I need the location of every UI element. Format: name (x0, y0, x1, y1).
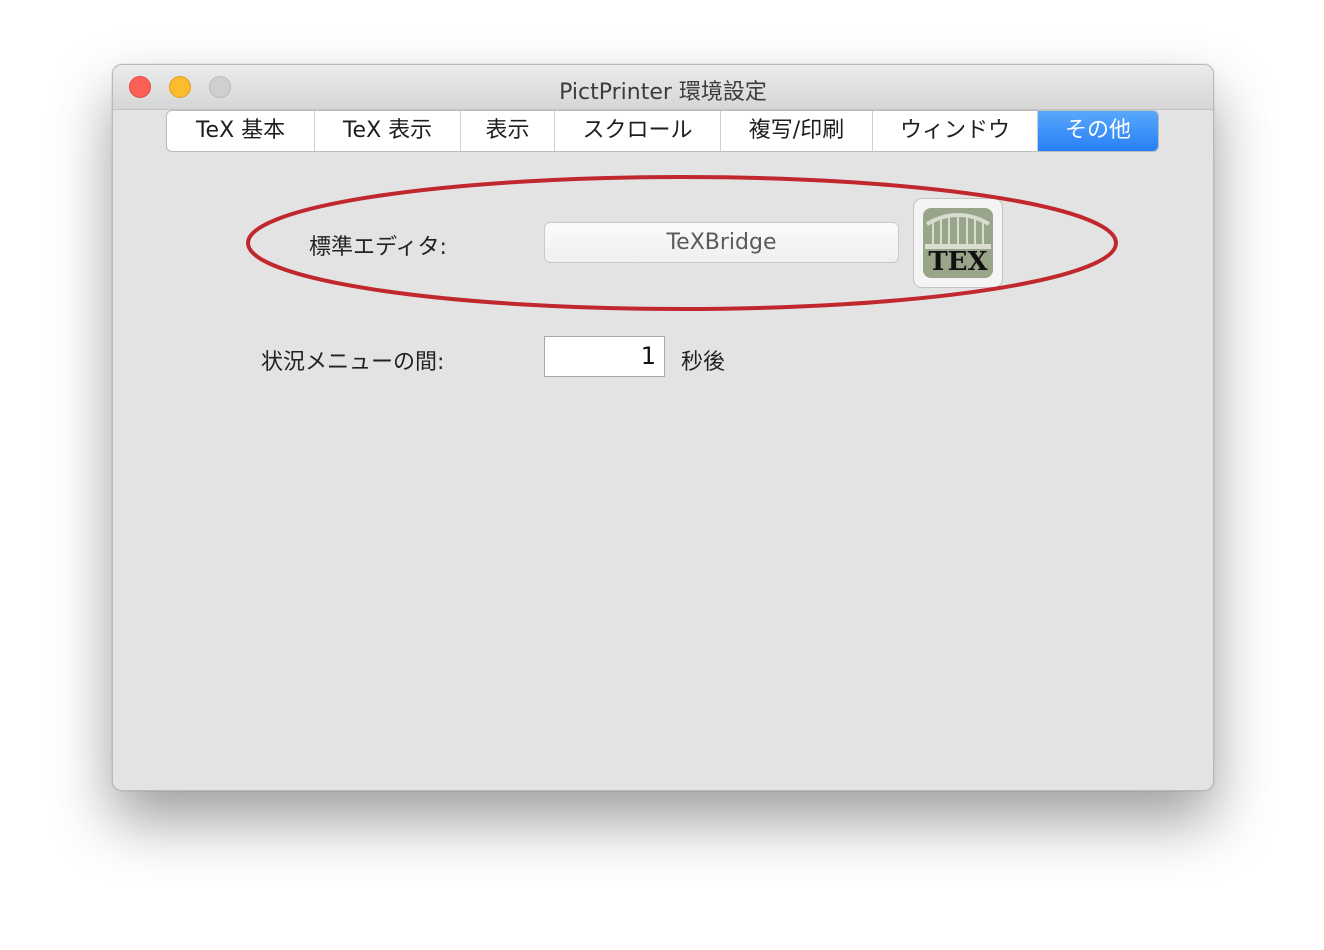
tab-display[interactable]: 表示 (461, 111, 555, 151)
seconds-unit-label: 秒後 (681, 350, 726, 375)
tab-tex-display[interactable]: TeX 表示 (315, 111, 461, 151)
tab-copy-print[interactable]: 複写/印刷 (721, 111, 873, 151)
window-title: PictPrinter 環境設定 (559, 80, 767, 105)
texbridge-app-icon[interactable]: TEX (913, 198, 1003, 288)
status-menu-label: 状況メニューの間: (261, 350, 445, 375)
status-menu-delay-field[interactable]: 1 (544, 336, 665, 377)
title-bar[interactable]: PictPrinter 環境設定 (113, 65, 1213, 110)
tab-tex-basic[interactable]: TeX 基本 (167, 111, 315, 151)
default-editor-popup[interactable]: TeXBridge (544, 222, 899, 263)
preferences-window: PictPrinter 環境設定 TeX 基本 TeX 表示 表示 スクロール … (112, 64, 1214, 791)
tab-window[interactable]: ウィンドウ (873, 111, 1038, 151)
tab-scroll[interactable]: スクロール (555, 111, 721, 151)
tab-other[interactable]: その他 (1038, 111, 1158, 151)
tab-bar: TeX 基本 TeX 表示 表示 スクロール 複写/印刷 ウィンドウ その他 (166, 110, 1159, 152)
default-editor-label: 標準エディタ: (309, 235, 447, 260)
tex-icon: TEX (923, 208, 993, 278)
svg-text:TEX: TEX (928, 247, 988, 277)
